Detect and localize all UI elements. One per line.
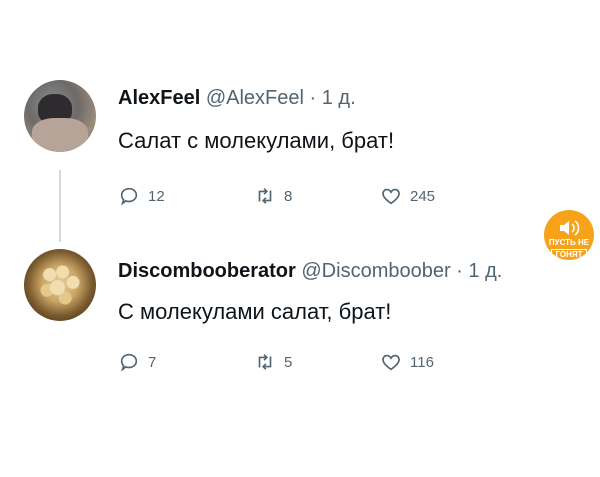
timestamp[interactable]: 1 д. [322,87,356,109]
reply-count: 12 [148,187,165,205]
retweet-count: 5 [284,353,293,371]
speaker-icon [560,220,580,236]
timestamp[interactable]: 1 д. [468,260,502,282]
reply-icon [120,353,138,372]
reply-button[interactable]: 7 [118,351,156,373]
heart-icon [382,188,400,205]
author-handle[interactable]: @Discomboober [301,260,450,282]
thread-connector [59,170,61,242]
tweet-actions: 12 8 245 [118,185,478,209]
heart-icon [382,354,400,371]
tweet-2: Discombooberator @Discomboober · 1 д. С … [0,243,600,393]
retweet-count: 8 [284,187,293,205]
tweet-1: AlexFeel @AlexFeel · 1 д. Салат с молеку… [0,74,600,224]
sticker-label: ПУСТЬ НЕ ГОНЯТ [542,238,596,261]
tweet-text: Салат с молекулами, брат! [118,128,395,153]
reply-count: 7 [148,353,157,371]
sticker-line-1: ПУСТЬ НЕ [548,238,590,247]
watermark-sticker: ПУСТЬ НЕ ГОНЯТ [540,208,598,266]
like-count: 245 [410,187,436,205]
author-name[interactable]: Discombooberator [118,260,296,282]
retweet-icon [258,354,272,370]
retweet-button[interactable]: 8 [254,185,292,207]
retweet-button[interactable]: 5 [254,351,292,373]
like-button[interactable]: 245 [380,185,435,207]
separator-dot: · [456,260,463,282]
tweet-header: Discombooberator @Discomboober · 1 д. [118,260,502,283]
separator-dot: · [309,87,317,109]
tweet-actions: 7 5 116 [118,351,478,375]
like-count: 116 [410,353,434,371]
author-handle[interactable]: @AlexFeel [206,87,304,109]
sticker-line-2: ГОНЯТ [551,249,587,261]
reply-button[interactable]: 12 [118,185,165,207]
like-button[interactable]: 116 [380,351,434,373]
tweet-header: AlexFeel @AlexFeel · 1 д. [118,87,356,110]
avatar[interactable] [24,249,96,321]
avatar[interactable] [24,80,96,152]
author-name[interactable]: AlexFeel [118,87,200,109]
reply-icon [120,187,138,206]
tweet-text: С молекулами салат, брат! [118,299,392,324]
retweet-icon [258,188,272,204]
